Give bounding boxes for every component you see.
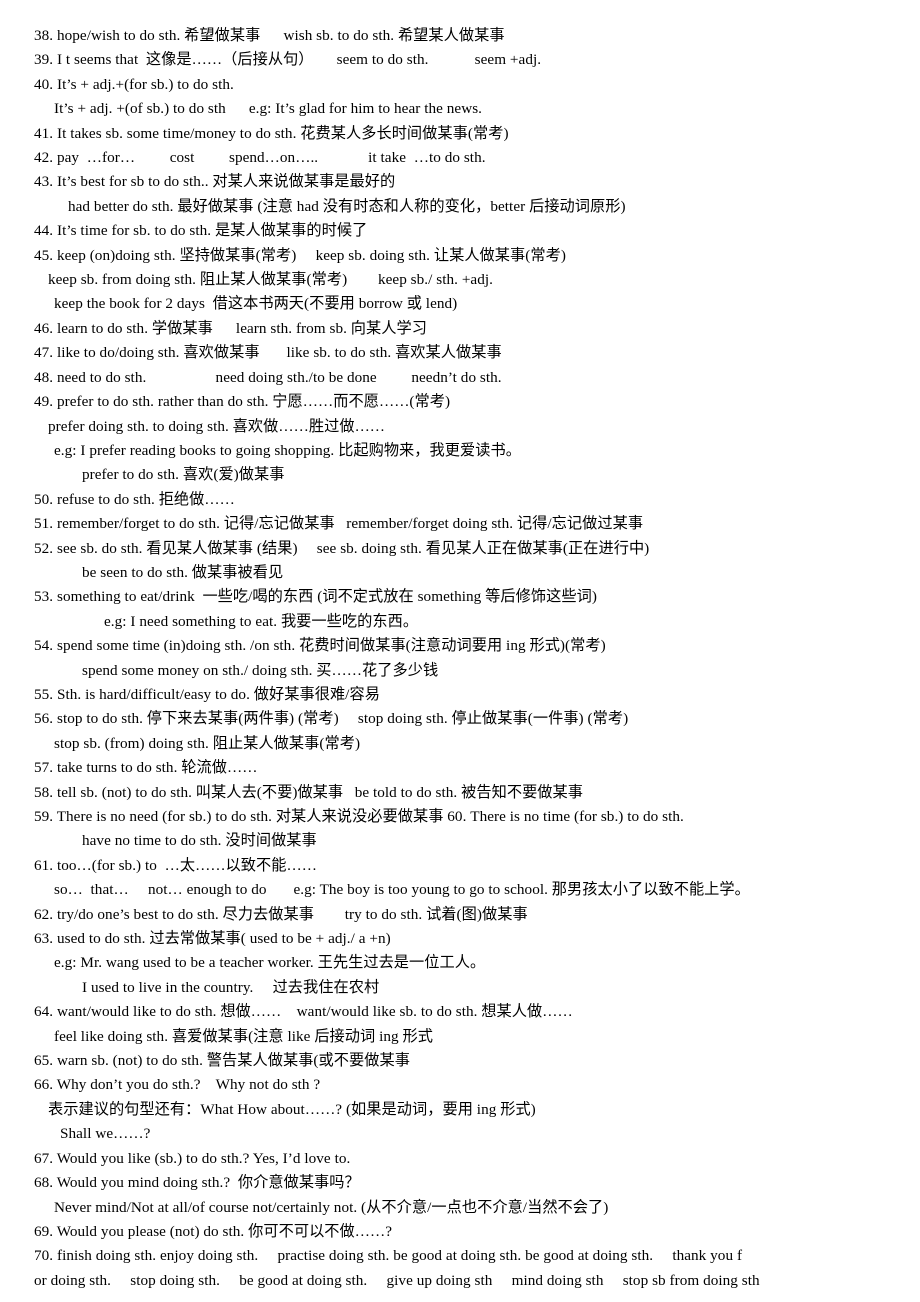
text-line: 57. take turns to do sth. 轮流做…… xyxy=(34,759,258,777)
text-line: 51. remember/forget to do sth. 记得/忘记做某事 … xyxy=(34,515,644,533)
text-line: 66. Why don’t you do sth.? Why not do st… xyxy=(34,1076,321,1094)
text-line: e.g: Mr. wang used to be a teacher worke… xyxy=(54,954,486,972)
text-line: 39. I t seems that 这像是……（后接从句） seem to d… xyxy=(34,51,542,69)
document-page: 38. hope/wish to do sth. 希望做某事 wish sb. … xyxy=(0,0,920,1302)
text-line: 52. see sb. do sth. 看见某人做某事 (结果) see sb.… xyxy=(34,539,650,557)
text-line: 54. spend some time (in)doing sth. /on s… xyxy=(34,637,606,655)
text-line: 55. Sth. is hard/difficult/easy to do. 做… xyxy=(34,685,380,703)
text-line: Never mind/Not at all/of course not/cert… xyxy=(54,1198,609,1216)
text-line: 68. Would you mind doing sth.? 你介意做某事吗？ xyxy=(34,1174,360,1192)
text-line: e.g: I prefer reading books to going sho… xyxy=(54,441,521,459)
text-line: 65. warn sb. (not) to do sth. 警告某人做某事(或不… xyxy=(34,1052,410,1070)
text-line: or doing sth. stop doing sth. be good at… xyxy=(34,1271,760,1289)
text-line: 56. stop to do sth. 停下来去某事(两件事) (常考) sto… xyxy=(34,710,629,728)
text-line: I used to live in the country. 过去我住在农村 xyxy=(82,978,380,996)
text-line: 49. prefer to do sth. rather than do sth… xyxy=(34,393,451,411)
text-line: It’s + adj. +(of sb.) to do sth e.g: It’… xyxy=(54,100,483,118)
text-line: Shall we……? xyxy=(60,1125,151,1143)
text-line: 46. learn to do sth. 学做某事 learn sth. fro… xyxy=(34,319,427,337)
text-line: 63. used to do sth. 过去常做某事( used to be +… xyxy=(34,930,391,948)
text-line: 表示建议的句型还有：What How about……? (如果是动词，要用 in… xyxy=(48,1100,536,1118)
text-line: 43. It’s best for sb to do sth.. 对某人来说做某… xyxy=(34,173,396,191)
text-line: spend some money on sth./ doing sth. 买……… xyxy=(82,661,439,679)
text-line: 48. need to do sth. need doing sth./to b… xyxy=(34,368,502,386)
text-line: prefer to do sth. 喜欢(爱)做某事 xyxy=(82,466,285,484)
text-line: 38. hope/wish to do sth. 希望做某事 wish sb. … xyxy=(34,27,505,44)
text-line: 42. pay …for… cost spend…on….. it take …… xyxy=(34,149,486,167)
text-line: 69. Would you please (not) do sth. 你可不可以… xyxy=(34,1222,393,1240)
text-body: 38. hope/wish to do sth. 希望做某事 wish sb. … xyxy=(34,24,902,1293)
text-line: be seen to do sth. 做某事被看见 xyxy=(82,563,284,581)
text-line: 50. refuse to do sth. 拒绝做…… xyxy=(34,490,235,508)
text-line: 59. There is no need (for sb.) to do sth… xyxy=(34,808,684,825)
text-line: 61. too…(for sb.) to …太……以致不能…… xyxy=(34,856,317,874)
text-line: so… that… not… enough to do e.g: The boy… xyxy=(54,881,750,899)
text-line: 47. like to do/doing sth. 喜欢做某事 like sb.… xyxy=(34,344,502,362)
text-line: have no time to do sth. 没时间做某事 xyxy=(82,832,317,850)
text-line: 64. want/would like to do sth. 想做…… want… xyxy=(34,1003,573,1021)
text-line: prefer doing sth. to doing sth. 喜欢做……胜过做… xyxy=(48,417,386,435)
text-line: 58. tell sb. (not) to do sth. 叫某人去(不要)做某… xyxy=(34,783,584,801)
text-line: 70. finish doing sth. enjoy doing sth. p… xyxy=(34,1247,743,1265)
text-line: had better do sth. 最好做某事 (注意 had 没有时态和人称… xyxy=(68,197,626,215)
text-line: keep the book for 2 days 借这本书两天(不要用 borr… xyxy=(54,295,458,313)
text-line: 41. It takes sb. some time/money to do s… xyxy=(34,124,509,142)
text-line: 45. keep (on)doing sth. 坚持做某事(常考) keep s… xyxy=(34,246,566,264)
text-line: e.g: I need something to eat. 我要一些吃的东西。 xyxy=(104,612,419,630)
text-line: 67. Would you like (sb.) to do sth.? Yes… xyxy=(34,1149,351,1167)
text-line: keep sb. from doing sth. 阻止某人做某事(常考) kee… xyxy=(48,271,493,289)
text-line: 62. try/do one’s best to do sth. 尽力去做某事 … xyxy=(34,905,528,923)
text-line: stop sb. (from) doing sth. 阻止某人做某事(常考) xyxy=(54,734,361,752)
text-line: 44. It’s time for sb. to do sth. 是某人做某事的… xyxy=(34,222,368,240)
text-line: feel like doing sth. 喜爱做某事(注意 like 后接动词 … xyxy=(54,1027,433,1045)
text-line: 53. something to eat/drink 一些吃/喝的东西 (词不定… xyxy=(34,588,597,606)
text-line: 40. It’s + adj.+(for sb.) to do sth. xyxy=(34,75,234,93)
